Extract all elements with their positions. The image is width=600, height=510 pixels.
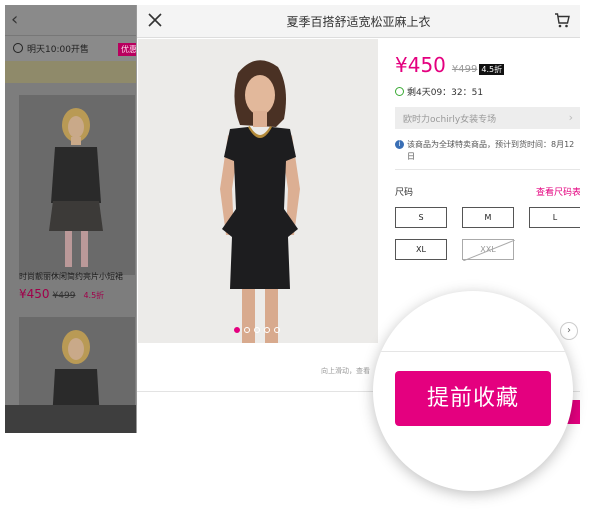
chevron-right-icon: ›: [568, 111, 573, 124]
pager-dot[interactable]: [264, 327, 270, 333]
chevron-right-icon[interactable]: ›: [560, 322, 578, 340]
size-option-l[interactable]: L: [529, 207, 580, 228]
background-topbar: ‹: [5, 5, 140, 35]
pager-dot[interactable]: [244, 327, 250, 333]
pager-dot[interactable]: [274, 327, 280, 333]
clock-icon: [395, 87, 404, 96]
brand-store-link[interactable]: 欧时力ochirly女装专场 ›: [395, 107, 580, 129]
magnifier-callout: 提前收藏: [373, 291, 573, 491]
model-photo-main: [138, 39, 378, 343]
scroll-hint: 向上滑动，查看: [321, 367, 370, 375]
pager-dot[interactable]: [234, 327, 240, 333]
background-bottom-bar: [5, 405, 140, 433]
product-card-image[interactable]: [19, 95, 135, 275]
shipping-notice-text: 该商品为全球特卖商品，预计到货时间：8月12日: [407, 140, 575, 161]
chevron-left-icon[interactable]: ‹: [11, 9, 18, 30]
strike-icon: [463, 240, 515, 261]
size-chart-link[interactable]: 查看尺码表: [536, 185, 580, 198]
size-option-m[interactable]: M: [462, 207, 514, 228]
brand-store-name: 欧时力ochirly女装专场: [403, 115, 497, 125]
app-screen: ‹ 明天10:00开售 优惠 时尚靓丽休闲简约亮片小短裙 ¥450 ¥499 4.5…: [0, 0, 600, 510]
modal-title: 夏季百搭舒适宽松亚麻上衣: [286, 15, 431, 29]
discount-label: 4.5折: [83, 291, 105, 300]
size-option-xxl-unavailable: XXL: [462, 239, 515, 261]
model-photo: [49, 108, 103, 267]
clock-icon: [13, 43, 23, 53]
divider: [395, 169, 580, 170]
info-icon: i: [395, 140, 404, 149]
sale-time-bar: 明天10:00开售 优惠: [5, 35, 140, 61]
old-price: ¥499: [451, 64, 478, 75]
product-caption: 时尚靓丽休闲简约亮片小短裙: [19, 272, 123, 281]
size-option-xl[interactable]: XL: [395, 239, 447, 260]
product-image[interactable]: [138, 39, 378, 343]
magnifier-divider: [373, 351, 573, 352]
sale-time-text: 明天10:00开售: [27, 45, 89, 55]
countdown: 剩4天09：32：51: [395, 85, 483, 98]
pre-favorite-button[interactable]: 提前收藏: [395, 371, 551, 426]
price-row: ¥450 ¥499 4.5折: [395, 53, 505, 77]
price-value: ¥450: [395, 53, 446, 77]
modal-header: 夏季百搭舒适宽松亚麻上衣: [137, 5, 580, 38]
discount-badge: 4.5折: [479, 64, 505, 75]
size-option-s[interactable]: S: [395, 207, 447, 228]
image-pager[interactable]: [234, 327, 280, 333]
background-list-page: ‹ 明天10:00开售 优惠 时尚靓丽休闲简约亮片小短裙 ¥450 ¥499 4.5…: [5, 5, 140, 433]
banner-strip: [5, 61, 140, 83]
size-label: 尺码: [395, 188, 414, 198]
pager-dot[interactable]: [254, 327, 260, 333]
old-price: ¥499: [52, 291, 76, 301]
countdown-text: 剩4天09：32：51: [407, 88, 484, 98]
product-price: ¥450 ¥499 4.5折: [19, 287, 104, 301]
shipping-notice: i 该商品为全球特卖商品，预计到货时间：8月12日: [395, 139, 580, 163]
cart-icon[interactable]: [554, 13, 570, 28]
price-value: ¥450: [19, 287, 50, 301]
